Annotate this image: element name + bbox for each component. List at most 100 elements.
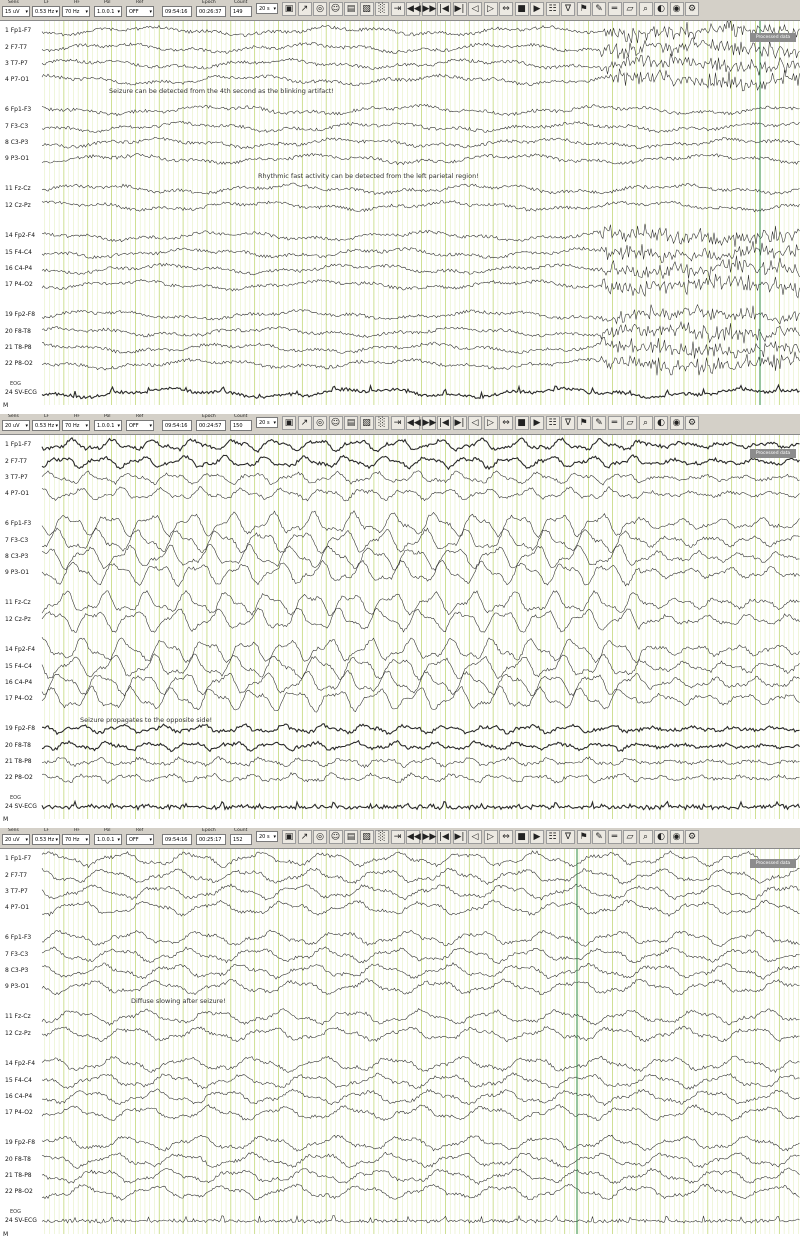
sensitivity-select[interactable]: 15 uV bbox=[2, 6, 30, 17]
sensitivity-select[interactable]: 20 uV bbox=[2, 834, 30, 845]
spectrum-icon[interactable]: ◐ bbox=[654, 830, 668, 844]
step-back-icon[interactable]: |◀ bbox=[437, 416, 451, 430]
bar-chart-icon[interactable]: ░ bbox=[375, 2, 389, 16]
page-forward-icon[interactable]: ▷ bbox=[483, 830, 498, 844]
spectrum-icon[interactable]: ◐ bbox=[654, 2, 668, 16]
reference-select[interactable]: OFF bbox=[126, 6, 154, 17]
image-icon[interactable]: ▧ bbox=[359, 2, 374, 16]
ruler-icon[interactable]: ═ bbox=[607, 416, 622, 430]
zoom-icon[interactable]: ⌕ bbox=[638, 416, 653, 430]
map-icon[interactable]: ◉ bbox=[669, 830, 684, 844]
ruler-icon[interactable]: ═ bbox=[607, 2, 622, 16]
reference-select[interactable]: OFF bbox=[126, 420, 154, 431]
export-icon[interactable]: ⇥ bbox=[390, 830, 405, 844]
step-back-icon[interactable]: |◀ bbox=[437, 830, 451, 844]
settings-icon[interactable]: ⚙ bbox=[685, 416, 699, 430]
save-icon[interactable]: ▣ bbox=[282, 416, 296, 430]
high-filter-select[interactable]: 70 Hz bbox=[62, 834, 90, 845]
rewind-icon[interactable]: ◀◀ bbox=[406, 416, 421, 430]
fast-forward-icon[interactable]: ▶▶ bbox=[421, 2, 436, 16]
zoom-icon[interactable]: ⌕ bbox=[638, 830, 653, 844]
page-back-icon[interactable]: ◁ bbox=[468, 2, 482, 16]
page-forward-icon[interactable]: ▷ bbox=[483, 2, 498, 16]
polarity-select[interactable]: 1.0.0.1 bbox=[94, 6, 122, 17]
spectrum-icon[interactable]: ◐ bbox=[654, 416, 668, 430]
annotation-icon[interactable]: ✎ bbox=[592, 416, 606, 430]
page-forward-icon[interactable]: ▷ bbox=[483, 416, 498, 430]
stop-icon[interactable]: ■ bbox=[514, 2, 529, 16]
print-icon[interactable]: ▤ bbox=[344, 830, 358, 844]
stop-icon[interactable]: ■ bbox=[514, 830, 529, 844]
user-icon[interactable]: ☺ bbox=[328, 830, 343, 844]
play-icon[interactable]: ▶ bbox=[530, 830, 544, 844]
montage-icon[interactable]: ☷ bbox=[545, 830, 560, 844]
print-icon[interactable]: ▤ bbox=[344, 2, 358, 16]
map-icon[interactable]: ◉ bbox=[669, 416, 684, 430]
map-icon[interactable]: ◉ bbox=[669, 2, 684, 16]
folder-icon[interactable]: ▱ bbox=[623, 416, 637, 430]
marker-icon[interactable]: ⚑ bbox=[576, 2, 591, 16]
annotation-icon[interactable]: ✎ bbox=[592, 2, 606, 16]
polarity-select[interactable]: 1.0.0.1 bbox=[94, 834, 122, 845]
step-forward-icon[interactable]: ▶| bbox=[452, 830, 467, 844]
rewind-icon[interactable]: ◀◀ bbox=[406, 2, 421, 16]
filter-icon[interactable]: ∇ bbox=[561, 830, 575, 844]
low-filter-select[interactable]: 0.53 Hz bbox=[32, 420, 60, 431]
folder-icon[interactable]: ▱ bbox=[623, 2, 637, 16]
reference-select[interactable]: OFF bbox=[126, 834, 154, 845]
annotation-icon[interactable]: ✎ bbox=[592, 830, 606, 844]
montage-icon[interactable]: ☷ bbox=[545, 2, 560, 16]
high-filter-select[interactable]: 70 Hz bbox=[62, 420, 90, 431]
rewind-icon[interactable]: ◀◀ bbox=[406, 830, 421, 844]
step-forward-icon[interactable]: ▶| bbox=[452, 416, 467, 430]
export-icon[interactable]: ⇥ bbox=[390, 2, 405, 16]
ruler-icon[interactable]: ═ bbox=[607, 830, 622, 844]
montage-icon[interactable]: ☷ bbox=[545, 416, 560, 430]
page-length-select[interactable]: 20 s bbox=[256, 3, 278, 14]
fast-forward-icon[interactable]: ▶▶ bbox=[421, 830, 436, 844]
chart-icon[interactable]: ↗ bbox=[297, 830, 312, 844]
sensitivity-select[interactable]: 20 uV bbox=[2, 420, 30, 431]
chart-icon[interactable]: ↗ bbox=[297, 416, 312, 430]
bar-chart-icon[interactable]: ░ bbox=[375, 416, 389, 430]
save-icon[interactable]: ▣ bbox=[282, 830, 296, 844]
chart-icon[interactable]: ↗ bbox=[297, 2, 312, 16]
play-icon[interactable]: ▶ bbox=[530, 416, 544, 430]
step-forward-icon[interactable]: ▶| bbox=[452, 2, 467, 16]
zoom-icon[interactable]: ⌕ bbox=[638, 2, 653, 16]
fast-forward-icon[interactable]: ▶▶ bbox=[421, 416, 436, 430]
play-icon[interactable]: ▶ bbox=[530, 2, 544, 16]
save-icon[interactable]: ▣ bbox=[282, 2, 296, 16]
high-filter-select[interactable]: 70 Hz bbox=[62, 6, 90, 17]
user-icon[interactable]: ☺ bbox=[328, 416, 343, 430]
polarity-select[interactable]: 1.0.0.1 bbox=[94, 420, 122, 431]
compress-icon[interactable]: ⇔ bbox=[499, 830, 513, 844]
image-icon[interactable]: ▧ bbox=[359, 830, 374, 844]
bar-chart-icon[interactable]: ░ bbox=[375, 830, 389, 844]
user-icon[interactable]: ☺ bbox=[328, 2, 343, 16]
page-back-icon[interactable]: ◁ bbox=[468, 830, 482, 844]
globe-icon[interactable]: ◎ bbox=[313, 830, 327, 844]
export-icon[interactable]: ⇥ bbox=[390, 416, 405, 430]
channel-label: 1 Fp1-F7 bbox=[5, 27, 32, 34]
marker-icon[interactable]: ⚑ bbox=[576, 416, 591, 430]
low-filter-select[interactable]: 0.53 Hz bbox=[32, 834, 60, 845]
compress-icon[interactable]: ⇔ bbox=[499, 416, 513, 430]
low-filter-select[interactable]: 0.53 Hz bbox=[32, 6, 60, 17]
globe-icon[interactable]: ◎ bbox=[313, 416, 327, 430]
filter-icon[interactable]: ∇ bbox=[561, 2, 575, 16]
page-back-icon[interactable]: ◁ bbox=[468, 416, 482, 430]
page-length-select[interactable]: 20 s bbox=[256, 831, 278, 842]
page-length-select[interactable]: 20 s bbox=[256, 417, 278, 428]
filter-icon[interactable]: ∇ bbox=[561, 416, 575, 430]
folder-icon[interactable]: ▱ bbox=[623, 830, 637, 844]
marker-icon[interactable]: ⚑ bbox=[576, 830, 591, 844]
compress-icon[interactable]: ⇔ bbox=[499, 2, 513, 16]
stop-icon[interactable]: ■ bbox=[514, 416, 529, 430]
globe-icon[interactable]: ◎ bbox=[313, 2, 327, 16]
settings-icon[interactable]: ⚙ bbox=[685, 830, 699, 844]
image-icon[interactable]: ▧ bbox=[359, 416, 374, 430]
step-back-icon[interactable]: |◀ bbox=[437, 2, 451, 16]
print-icon[interactable]: ▤ bbox=[344, 416, 358, 430]
settings-icon[interactable]: ⚙ bbox=[685, 2, 699, 16]
